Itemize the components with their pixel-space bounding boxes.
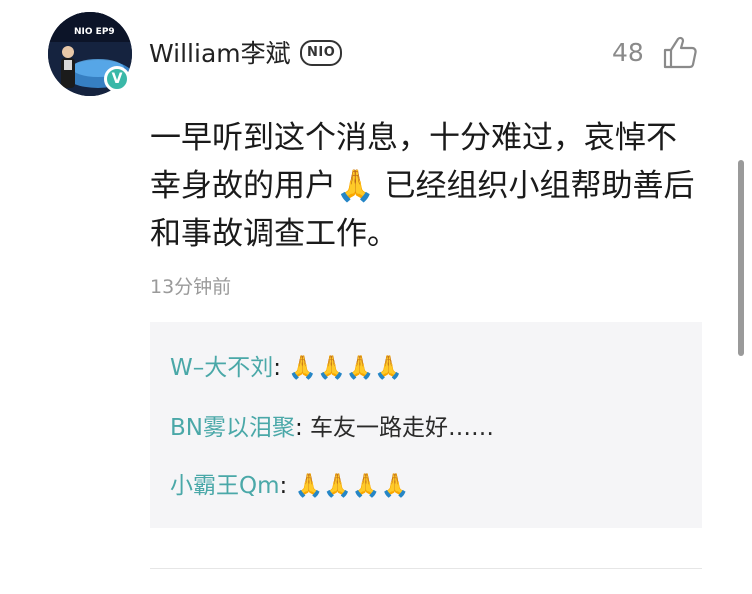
reply-separator: : <box>273 355 289 381</box>
divider <box>150 568 702 569</box>
svg-text:NIO EP9: NIO EP9 <box>74 27 115 37</box>
reply-separator: : <box>294 415 311 441</box>
username[interactable]: William李斌 <box>149 34 291 70</box>
comment-screen: NIO EP9 V William李斌 NIO 48 一早听到这个消息，十分难过… <box>0 0 752 594</box>
reply-author[interactable]: BN雾以泪聚 <box>170 415 295 441</box>
reply-text: 车友一路走好…… <box>310 415 495 441</box>
reply-author[interactable]: 小霸王Qm <box>170 473 280 499</box>
reply-separator: : <box>279 473 295 499</box>
thumbs-up-icon[interactable] <box>662 36 698 70</box>
reply-author[interactable]: W–大不刘 <box>170 355 273 381</box>
timestamp: 13分钟前 <box>150 276 232 298</box>
reply-item[interactable]: W–大不刘: 🙏🙏🙏🙏 <box>170 348 403 382</box>
reply-item[interactable]: BN雾以泪聚: 车友一路走好…… <box>170 408 494 442</box>
scrollbar[interactable] <box>738 160 744 356</box>
brand-badge: NIO <box>300 40 343 66</box>
reply-item[interactable]: 小霸王Qm: 🙏🙏🙏🙏 <box>170 466 409 500</box>
reply-panel[interactable]: W–大不刘: 🙏🙏🙏🙏 BN雾以泪聚: 车友一路走好…… 小霸王Qm: 🙏🙏🙏🙏 <box>150 322 702 528</box>
like-count: 48 <box>612 38 644 67</box>
comment-body: 一早听到这个消息，十分难过，哀悼不幸身故的用户🙏 已经组织小组帮助善后和事故调查… <box>150 120 695 252</box>
reply-text: 🙏🙏🙏🙏 <box>294 473 410 499</box>
reply-text: 🙏🙏🙏🙏 <box>288 355 403 381</box>
verified-badge-icon: V <box>104 66 130 92</box>
